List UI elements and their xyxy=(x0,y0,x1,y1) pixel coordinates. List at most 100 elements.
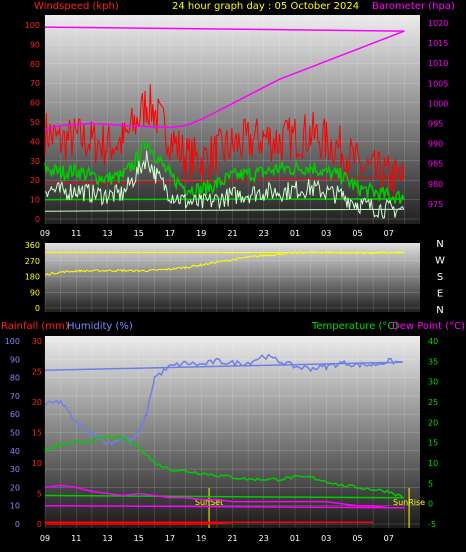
windspeed-axis-label: Windspeed (kph) xyxy=(34,1,119,12)
compass-label: E xyxy=(437,289,443,300)
x-tick-label: 03 xyxy=(321,534,331,543)
y2-tick-label: 1020 xyxy=(428,19,448,28)
humidity-tick-label: 80 xyxy=(10,374,20,383)
wind-x-ticks: 11 13 15 17 19 21 23 01 03 05 07 09 xyxy=(40,229,394,238)
x-tick-label: 03 xyxy=(321,229,331,238)
compass-label: N xyxy=(436,239,443,250)
y-tick-label: 180 xyxy=(25,273,40,282)
x-tick-label: 01 xyxy=(290,229,300,238)
x-tick-label: 07 xyxy=(384,534,394,543)
humidity-tick-label: 90 xyxy=(10,355,20,364)
y2-tick-label: 1015 xyxy=(428,39,448,48)
y-tick-label: 90 xyxy=(30,40,40,49)
y-tick-label: 360 xyxy=(25,241,40,250)
humidity-tick-label: 60 xyxy=(10,410,20,419)
x-tick-label: 23 xyxy=(259,229,269,238)
y2-tick-label: 1000 xyxy=(428,99,448,108)
x-tick-label: 13 xyxy=(102,534,112,543)
temperature-x-ticks: 11 13 15 17 19 21 23 01 03 05 0709 xyxy=(40,534,394,543)
temperature-tick-label: -5 xyxy=(428,520,436,529)
x-tick-label: 13 xyxy=(102,229,112,238)
x-tick-label: 11 xyxy=(71,229,81,238)
x-tick-label: 17 xyxy=(165,229,175,238)
rain-tick-label: 25 xyxy=(32,368,42,377)
wind-chart: 0102030405060708090100 97598098599099510… xyxy=(25,1,455,238)
y2-tick-label: 980 xyxy=(428,180,443,189)
y2-tick-label: 1005 xyxy=(428,79,448,88)
y2-tick-label: 995 xyxy=(428,120,443,129)
y2-tick-label: 990 xyxy=(428,140,443,149)
temperature-tick-label: 35 xyxy=(428,357,438,366)
x-tick-label: 23 xyxy=(259,534,269,543)
compass-label: W xyxy=(435,256,445,267)
rain-tick-label: 30 xyxy=(32,337,42,346)
temperature-chart: SunSet SunRise 0102030405060708090100 051… xyxy=(1,321,465,545)
rain-tick-label: 0 xyxy=(37,520,42,529)
sun-marker-label: SunRise xyxy=(393,498,425,507)
y-tick-label: 70 xyxy=(30,79,40,88)
humidity-tick-label: 50 xyxy=(10,429,20,438)
bottom-sunset-label: SuSet xyxy=(192,536,215,545)
x-tick-label: 09 xyxy=(40,534,50,543)
x-tick-label: 15 xyxy=(134,229,144,238)
y2-tick-label: 975 xyxy=(428,200,443,209)
x-tick-label: 21 xyxy=(227,534,237,543)
wind-y-ticks: 0 10 20 30 40 50 60 70 80 90 100 xyxy=(25,21,40,224)
y-tick-label: 90 xyxy=(30,288,40,297)
y-tick-label: 100 xyxy=(25,21,40,30)
y-tick-label: 270 xyxy=(25,257,40,266)
humidity-tick-label: 0 xyxy=(15,520,20,529)
y-tick-label: 30 xyxy=(30,157,40,166)
x-tick-label: 09 xyxy=(40,229,50,238)
rain-tick-label: 5 xyxy=(37,490,42,499)
temperature-tick-label: 20 xyxy=(428,418,438,427)
humidity-tick-label: 40 xyxy=(10,447,20,456)
x-tick-label: 05 xyxy=(352,229,362,238)
y-tick-label: 60 xyxy=(30,99,40,108)
humidity-tick-label: 70 xyxy=(10,392,20,401)
x-tick-label: 21 xyxy=(227,229,237,238)
y-tick-label: 0 xyxy=(35,215,40,224)
y-tick-label: 0 xyxy=(35,304,40,313)
chart-title: 24 hour graph day : 05 October 2024 xyxy=(172,1,359,12)
temperature-tick-label: 30 xyxy=(428,378,438,387)
y-tick-label: 10 xyxy=(30,196,40,205)
x-tick-label: 01 xyxy=(290,534,300,543)
humidity-tick-label: 100 xyxy=(5,337,20,346)
x-tick-label: 07 xyxy=(384,229,394,238)
y-tick-label: 80 xyxy=(30,60,40,69)
x-tick-label: 05 xyxy=(352,534,362,543)
dewpoint-axis-label: Dew Point (°C) xyxy=(392,321,465,332)
temperature-tick-label: 25 xyxy=(428,398,438,407)
temperature-tick-label: 5 xyxy=(428,479,433,488)
barometer-y-ticks: 975 980 985 990 995 1000 1005 1010 1015 1020 xyxy=(428,19,448,209)
humidity-tick-label: 30 xyxy=(10,465,20,474)
humidity-tick-label: 20 xyxy=(10,483,20,492)
y2-tick-label: 985 xyxy=(428,160,443,169)
x-tick-label: 17 xyxy=(165,534,175,543)
humidity-y-ticks: 0 10 20 30 40 50 60 70 80 90 100 xyxy=(5,337,20,529)
rainfall-axis-label: Rainfall (mm) xyxy=(1,321,69,332)
humidity-axis-label: Humidity (%) xyxy=(67,321,133,332)
temperature-tick-label: 10 xyxy=(428,459,438,468)
x-tick-label: 19 xyxy=(196,229,206,238)
compass-labels: NWSEN xyxy=(435,239,445,316)
y-tick-label: 50 xyxy=(30,118,40,127)
y2-tick-label: 1010 xyxy=(428,59,448,68)
temperature-axis-label: Temperature (°C) xyxy=(311,321,398,332)
direction-y-ticks: 0 90 180 270 360 xyxy=(25,241,40,313)
y-tick-label: 20 xyxy=(30,176,40,185)
humidity-tick-label: 10 xyxy=(10,502,20,511)
x-tick-label: 15 xyxy=(134,534,144,543)
compass-label: S xyxy=(437,272,443,283)
rain-tick-label: 15 xyxy=(32,429,42,438)
compass-label: N xyxy=(436,305,443,316)
temperature-tick-label: 40 xyxy=(428,337,438,346)
direction-chart: 090180270360 NWSEN xyxy=(25,239,445,316)
rain-y-ticks: 0 5 10 15 20 25 30 xyxy=(32,337,42,529)
temperature-y-ticks: -5 0 5 10 15 20 25 30 35 40 xyxy=(428,337,438,529)
x-tick-label: 11 xyxy=(71,534,81,543)
rain-tick-label: 10 xyxy=(32,459,42,468)
barometer-axis-label: Barometer (hpa) xyxy=(372,1,455,12)
rain-tick-label: 20 xyxy=(32,398,42,407)
